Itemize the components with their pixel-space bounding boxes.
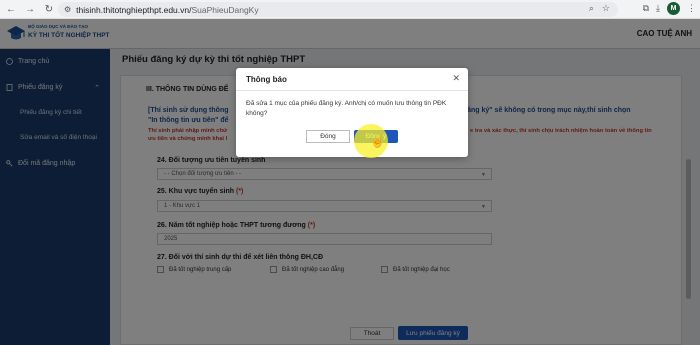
- hand-cursor-icon: ☝: [370, 134, 385, 148]
- notification-dialog: Thông báo ✕ Đã sửa 1 mục của phiếu đăng …: [236, 68, 468, 157]
- forward-icon[interactable]: →: [22, 1, 38, 17]
- browser-toolbar: ← → ↻ ⚙ thisinh.thitotnghiepthpt.edu.vn/…: [0, 0, 700, 19]
- back-icon[interactable]: ←: [3, 1, 19, 17]
- dialog-divider: [236, 90, 468, 91]
- dialog-title: Thông báo: [246, 75, 287, 84]
- modal-backdrop-header: [0, 19, 700, 49]
- zoom-icon[interactable]: ⌕: [589, 3, 594, 14]
- dialog-message: Đã sửa 1 mục của phiếu đăng ký. Anh/chị …: [246, 100, 447, 117]
- close-icon[interactable]: ✕: [452, 73, 460, 84]
- bookmark-star-icon[interactable]: ☆: [602, 3, 610, 14]
- profile-avatar[interactable]: M: [667, 2, 680, 15]
- address-bar[interactable]: ⚙ thisinh.thitotnghiepthpt.edu.vn/SuaPhi…: [58, 2, 618, 17]
- close-button[interactable]: Đóng: [306, 130, 350, 143]
- site-info-icon[interactable]: ⚙: [64, 5, 71, 14]
- url-host: thisinh.thitotnghiepthpt.edu.vn/: [76, 4, 192, 15]
- reload-icon[interactable]: ↻: [41, 1, 57, 17]
- url-path: SuaPhieuDangKy: [191, 4, 259, 15]
- extensions-icon[interactable]: ⧉: [643, 3, 649, 14]
- browser-menu-icon[interactable]: ⋮: [687, 3, 696, 14]
- download-icon[interactable]: ⤓: [656, 3, 660, 14]
